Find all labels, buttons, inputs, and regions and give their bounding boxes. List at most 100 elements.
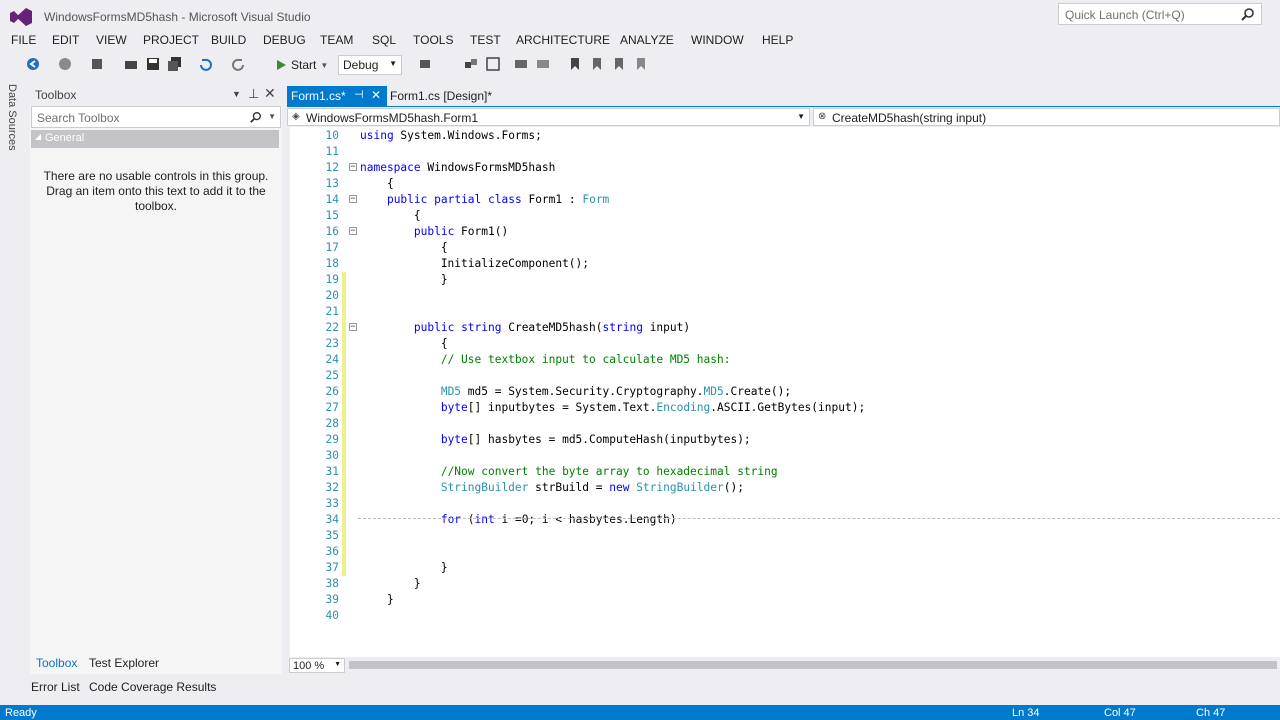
code-text: } [360, 577, 421, 590]
start-dropdown-icon: ▼ [320, 60, 329, 70]
open-file-icon[interactable] [124, 57, 138, 71]
tab-form1-design[interactable]: Form1.cs [Design]* [390, 89, 492, 103]
save-all-icon[interactable] [168, 57, 182, 71]
code-line[interactable]: 31 //Now convert the byte array to hexad… [287, 464, 1280, 480]
menu-debug[interactable]: DEBUG [263, 33, 306, 47]
output-tabs: Error List Code Coverage Results [0, 678, 1280, 698]
code-line[interactable]: 12 − namespace WindowsFormsMD5hash [287, 160, 1280, 176]
panel-dropdown-icon[interactable]: ▼ [232, 89, 241, 99]
start-debugging-button[interactable]: Start ▼ [275, 55, 328, 75]
collapse-icon[interactable]: − [349, 227, 357, 236]
pin-icon[interactable]: ⊥ [248, 86, 259, 102]
tab-code-coverage[interactable]: Code Coverage Results [89, 680, 216, 694]
scroll-thumb[interactable] [349, 661, 1277, 669]
member-dropdown-value: CreateMD5hash(string input) [832, 111, 987, 125]
clear-bookmarks-icon[interactable] [634, 57, 648, 71]
code-line[interactable]: 32 StringBuilder strBuild = new StringBu… [287, 480, 1280, 496]
change-marker [342, 272, 346, 288]
save-icon[interactable] [146, 57, 160, 71]
member-dropdown[interactable]: ⊗ CreateMD5hash(string input) [813, 108, 1280, 126]
code-line[interactable]: 36 [287, 544, 1280, 560]
code-line[interactable]: 29 byte[] hasbytes = md5.ComputeHash(inp… [287, 432, 1280, 448]
code-line[interactable]: 17 { [287, 240, 1280, 256]
code-editor[interactable]: 10 using System.Windows.Forms; 11 12− namesp… [287, 127, 1280, 657]
tab-toolbox[interactable]: Toolbox [36, 656, 77, 670]
line-number: 10 [325, 129, 339, 142]
code-line[interactable]: 18 InitializeComponent(); [287, 256, 1280, 272]
collapse-icon[interactable]: − [349, 195, 357, 204]
code-line[interactable]: 19 } [287, 272, 1280, 288]
menu-view[interactable]: VIEW [96, 33, 127, 47]
code-line[interactable]: 14 − public partial class Form1 : Form [287, 192, 1280, 208]
code-line[interactable]: 25 [287, 368, 1280, 384]
collapse-icon[interactable]: − [349, 163, 357, 172]
tab-test-explorer[interactable]: Test Explorer [89, 656, 159, 670]
code-line[interactable]: 28 [287, 416, 1280, 432]
close-icon[interactable]: ✕ [264, 85, 276, 102]
next-bookmark-icon[interactable] [612, 57, 626, 71]
code-line[interactable]: 23 { [287, 336, 1280, 352]
code-line[interactable]: 30 [287, 448, 1280, 464]
toolbox-title: Toolbox [35, 88, 77, 102]
step-icon[interactable] [464, 57, 478, 71]
code-line[interactable]: 10 using System.Windows.Forms; [287, 128, 1280, 144]
solution-configuration-select[interactable]: Debug ▼ [338, 55, 402, 75]
code-line[interactable]: 22 − public string CreateMD5hash(string i… [287, 320, 1280, 336]
menu-test[interactable]: TEST [470, 33, 501, 47]
code-line[interactable]: 24 // Use textbox input to calculate MD5… [287, 352, 1280, 368]
code-line[interactable]: 15 { [287, 208, 1280, 224]
menu-edit[interactable]: EDIT [52, 33, 79, 47]
bookmark-icon[interactable] [568, 57, 582, 71]
code-line[interactable]: 33 [287, 496, 1280, 512]
window-icon[interactable] [486, 57, 500, 71]
code-line[interactable]: 34 for (int i =0; i < hasbytes.Length) [287, 512, 1280, 528]
code-line[interactable]: 21 [287, 304, 1280, 320]
menu-tools[interactable]: TOOLS [413, 33, 453, 47]
code-line[interactable]: 27 byte[] inputbytes = System.Text.Encod… [287, 400, 1280, 416]
toolbox-search-input[interactable]: Search Toolbox ▼ [31, 106, 281, 128]
code-line[interactable]: 20 [287, 288, 1280, 304]
menu-window[interactable]: WINDOW [691, 33, 744, 47]
code-line[interactable]: 35 [287, 528, 1280, 544]
close-icon[interactable]: ✕ [371, 88, 381, 102]
data-sources-tab[interactable]: Data Sources [6, 80, 24, 160]
comment-icon[interactable] [514, 57, 528, 71]
tab-error-list[interactable]: Error List [31, 680, 80, 694]
code-line[interactable]: 11 [287, 144, 1280, 160]
code-line[interactable]: 13 { [287, 176, 1280, 192]
search-options-icon[interactable]: ▼ [268, 112, 276, 121]
code-line[interactable]: 37 } [287, 560, 1280, 576]
uncomment-icon[interactable] [536, 57, 550, 71]
code-line[interactable]: 38 } [287, 576, 1280, 592]
toolbox-group-general[interactable]: ◢ General [31, 130, 279, 148]
menu-project[interactable]: PROJECT [143, 33, 199, 47]
menu-architecture[interactable]: ARCHITECTURE [516, 33, 610, 47]
tab-form1-cs[interactable]: Form1.cs* ⊣ ✕ [287, 86, 387, 106]
code-line[interactable]: 26 MD5 md5 = System.Security.Cryptograph… [287, 384, 1280, 400]
pin-icon[interactable]: ⊣ [354, 88, 364, 101]
zoom-select[interactable]: 100 % ▼ [289, 658, 345, 673]
prev-bookmark-icon[interactable] [590, 57, 604, 71]
code-text: { [360, 177, 394, 190]
undo-icon[interactable] [198, 57, 212, 71]
line-number: 18 [325, 257, 339, 270]
code-line[interactable]: 40 [287, 608, 1280, 624]
quick-launch-input[interactable]: Quick Launch (Ctrl+Q) [1058, 3, 1262, 25]
type-dropdown[interactable]: ◈ WindowsFormsMD5hash.Form1 ▼ [287, 108, 810, 126]
code-line[interactable]: 39 } [287, 592, 1280, 608]
new-project-icon[interactable] [90, 57, 104, 71]
line-number: 34 [325, 513, 339, 526]
forward-icon[interactable] [58, 57, 72, 71]
attach-icon[interactable] [418, 57, 432, 71]
menu-analyze[interactable]: ANALYZE [620, 33, 674, 47]
code-line[interactable]: 16 − public Form1() [287, 224, 1280, 240]
menu-sql[interactable]: SQL [372, 33, 396, 47]
menu-help[interactable]: HELP [762, 33, 793, 47]
menu-build[interactable]: BUILD [211, 33, 246, 47]
menu-file[interactable]: FILE [11, 33, 36, 47]
back-icon[interactable] [26, 57, 40, 71]
redo-icon[interactable] [232, 57, 246, 71]
horizontal-scrollbar[interactable]: 100 % ▼ [287, 657, 1280, 674]
collapse-icon[interactable]: − [349, 323, 357, 332]
menu-team[interactable]: TEAM [320, 33, 353, 47]
